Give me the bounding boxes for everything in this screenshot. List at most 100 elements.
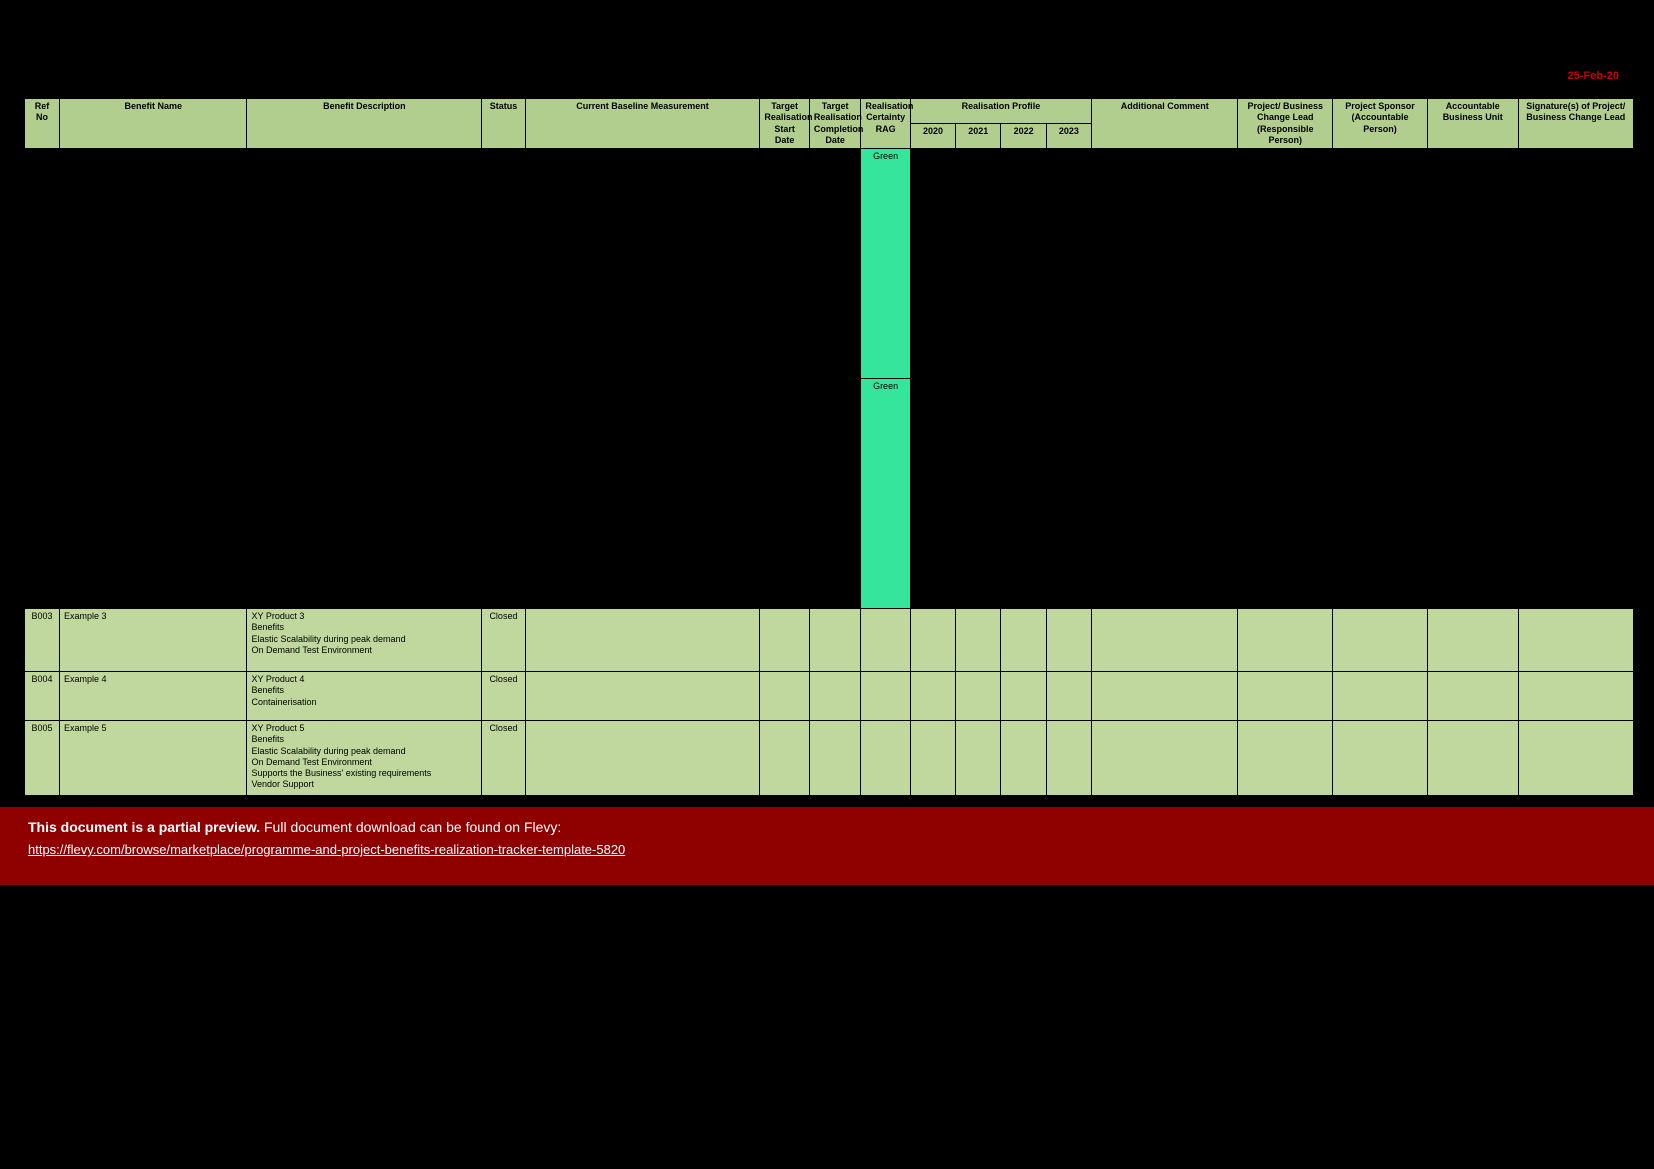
hidden-cell <box>1427 379 1518 609</box>
cell-lead <box>1238 609 1333 672</box>
hidden-cell <box>1001 149 1046 379</box>
page: 25-Feb-20 Ref No Benefit Name Benefit De… <box>0 0 1654 1169</box>
hidden-cell <box>760 149 809 379</box>
cell-sponsor <box>1333 721 1428 796</box>
col-2021: 2021 <box>956 124 1001 149</box>
date-stamp: 25-Feb-20 <box>1568 70 1619 82</box>
hidden-cell <box>1046 149 1091 379</box>
rag-cell: Green <box>861 379 910 609</box>
hidden-cell <box>1333 379 1428 609</box>
table-row-hidden-2: Green <box>25 379 1634 609</box>
hidden-cell <box>760 379 809 609</box>
col-sponsor: Project Sponsor (Accountable Person) <box>1333 99 1428 149</box>
table-row: B003 Example 3 XY Product 3 Benefits Ela… <box>25 609 1634 672</box>
cell-rag <box>861 721 910 796</box>
hidden-cell <box>482 379 525 609</box>
col-baseline: Current Baseline Measurement <box>525 99 760 149</box>
hidden-cell <box>482 149 525 379</box>
hidden-cell <box>956 379 1001 609</box>
table-row-hidden-1: Green <box>25 149 1634 379</box>
col-benefit-name: Benefit Name <box>60 99 247 149</box>
hidden-cell <box>1092 379 1238 609</box>
cell-name: Example 3 <box>60 609 247 672</box>
cell-target-end <box>809 609 861 672</box>
hidden-cell <box>910 379 955 609</box>
hidden-cell <box>1238 379 1333 609</box>
hidden-cell <box>1001 379 1046 609</box>
banner-link[interactable]: https://flevy.com/browse/marketplace/pro… <box>28 842 625 857</box>
hidden-cell <box>1427 149 1518 379</box>
cell-baseline <box>525 609 760 672</box>
cell-status: Closed <box>482 609 525 672</box>
hidden-cell <box>1238 149 1333 379</box>
cell-desc: XY Product 3 Benefits Elastic Scalabilit… <box>247 609 482 672</box>
cell-desc: XY Product 4 Benefits Containerisation <box>247 672 482 721</box>
hidden-cell <box>60 149 247 379</box>
col-target-start: Target Realisation Start Date <box>760 99 809 149</box>
cell-comment <box>1092 721 1238 796</box>
cell-unit <box>1427 721 1518 796</box>
cell-2020 <box>910 609 955 672</box>
hidden-cell <box>1333 149 1428 379</box>
cell-rag <box>861 672 910 721</box>
cell-2022 <box>1001 672 1046 721</box>
cell-target-end <box>809 672 861 721</box>
cell-target-start <box>760 721 809 796</box>
cell-2023 <box>1046 609 1091 672</box>
cell-unit <box>1427 672 1518 721</box>
hidden-cell <box>247 149 482 379</box>
table-row: B004 Example 4 XY Product 4 Benefits Con… <box>25 672 1634 721</box>
hidden-cell <box>956 149 1001 379</box>
preview-banner: This document is a partial preview. Full… <box>0 807 1654 889</box>
col-change-lead: Project/ Business Change Lead (Responsib… <box>1238 99 1333 149</box>
banner-rest: Full document download can be found on F… <box>264 819 561 835</box>
col-additional-comment: Additional Comment <box>1092 99 1238 149</box>
cell-comment <box>1092 609 1238 672</box>
cell-rag <box>861 609 910 672</box>
hidden-cell <box>910 149 955 379</box>
cell-sponsor <box>1333 609 1428 672</box>
col-target-end: Target Realisation Completion Date <box>809 99 861 149</box>
cell-ref: B005 <box>25 721 60 796</box>
hidden-cell <box>1518 379 1633 609</box>
rag-cell: Green <box>861 149 910 379</box>
cell-status: Closed <box>482 672 525 721</box>
col-signature: Signature(s) of Project/ Business Change… <box>1518 99 1633 149</box>
cell-signature <box>1518 609 1633 672</box>
col-ref-no: Ref No <box>25 99 60 149</box>
hidden-cell <box>25 379 60 609</box>
cell-2023 <box>1046 721 1091 796</box>
cell-2022 <box>1001 609 1046 672</box>
cell-baseline <box>525 672 760 721</box>
cell-lead <box>1238 672 1333 721</box>
col-2020: 2020 <box>910 124 955 149</box>
cell-lead <box>1238 721 1333 796</box>
cell-comment <box>1092 672 1238 721</box>
hidden-cell <box>1518 149 1633 379</box>
cell-2020 <box>910 672 955 721</box>
hidden-cell <box>809 149 861 379</box>
col-2022: 2022 <box>1001 124 1046 149</box>
cell-baseline <box>525 721 760 796</box>
benefits-tracker-table: Ref No Benefit Name Benefit Description … <box>24 98 1634 796</box>
hidden-cell <box>247 379 482 609</box>
table-row: B005 Example 5 XY Product 5 Benefits Ela… <box>25 721 1634 796</box>
table-header: Ref No Benefit Name Benefit Description … <box>25 99 1634 149</box>
hidden-cell <box>525 149 760 379</box>
cell-name: Example 4 <box>60 672 247 721</box>
hidden-cell <box>1046 379 1091 609</box>
col-status: Status <box>482 99 525 149</box>
cell-status: Closed <box>482 721 525 796</box>
cell-signature <box>1518 672 1633 721</box>
cell-target-start <box>760 672 809 721</box>
cell-unit <box>1427 609 1518 672</box>
hidden-cell <box>60 379 247 609</box>
cell-2021 <box>956 672 1001 721</box>
hidden-cell <box>809 379 861 609</box>
hidden-cell <box>1092 149 1238 379</box>
cell-target-start <box>760 609 809 672</box>
cell-2022 <box>1001 721 1046 796</box>
cell-name: Example 5 <box>60 721 247 796</box>
cell-target-end <box>809 721 861 796</box>
col-accountable-unit: Accountable Business Unit <box>1427 99 1518 149</box>
